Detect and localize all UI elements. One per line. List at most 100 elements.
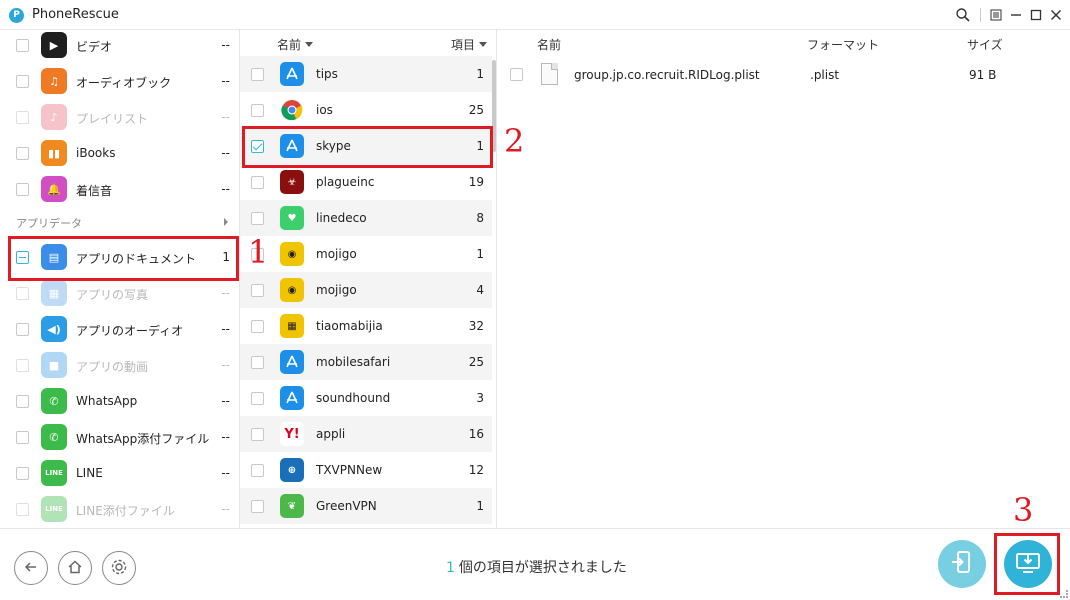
app-name: ios — [316, 103, 333, 117]
sidebar-item-count: -- — [221, 502, 230, 516]
sidebar-item[interactable]: ♫ オーディオブック -- — [0, 63, 239, 99]
app-row-checkbox[interactable] — [251, 356, 264, 369]
settings-button[interactable] — [102, 551, 136, 585]
app-name: mojigo — [316, 247, 357, 261]
sort-caret-icon — [479, 42, 487, 47]
sidebar-item-count: -- — [221, 394, 230, 408]
plague-icon: ☣ — [280, 170, 304, 194]
app-row[interactable]: tips 1 — [240, 56, 492, 92]
sidebar-item-checkbox[interactable] — [16, 503, 29, 516]
sort-by-count-header[interactable]: 項目 — [451, 36, 487, 53]
selection-status-text: 個の項目が選択されました — [458, 560, 627, 576]
sidebar-item[interactable]: ▶ ビデオ -- — [0, 30, 239, 63]
sidebar-item[interactable]: 🔔 着信音 -- — [0, 171, 239, 207]
sidebar-item-count: -- — [221, 38, 230, 52]
app-row-checkbox[interactable] — [251, 212, 264, 225]
file-size: 91 B — [969, 68, 997, 82]
app-row[interactable]: ios 25 — [240, 92, 492, 128]
app-row[interactable]: Y! appli 16 — [240, 416, 492, 452]
sidebar-item-checkbox[interactable] — [16, 75, 29, 88]
app-row[interactable]: ▦ tiaomabijia 32 — [240, 308, 492, 344]
app-row[interactable]: ❦ GreenVPN 1 — [240, 488, 492, 524]
app-row[interactable]: mobilesafari 25 — [240, 344, 492, 380]
menu-icon[interactable] — [987, 6, 1005, 24]
close-button[interactable] — [1047, 6, 1065, 24]
back-button[interactable] — [14, 551, 48, 585]
sidebar-item[interactable]: LINE LINE添付ファイル -- — [0, 491, 239, 527]
maximize-button[interactable] — [1027, 6, 1045, 24]
app-name: tiaomabijia — [316, 319, 383, 333]
sidebar-item-checkbox[interactable] — [16, 111, 29, 124]
annotation-step-1: 1 — [248, 233, 269, 271]
app-item-count: 1 — [476, 67, 484, 81]
app-row[interactable]: ☣ plagueinc 19 — [240, 164, 492, 200]
app-item-count: 25 — [468, 103, 484, 117]
app-row-checkbox[interactable] — [251, 392, 264, 405]
window-resize-grip[interactable] — [1060, 590, 1068, 598]
file-name: group.jp.co.recruit.RIDLog.plist — [574, 68, 760, 82]
sidebar-item-checkbox[interactable] — [16, 395, 29, 408]
sidebar-item[interactable]: ✆ WhatsApp -- — [0, 383, 239, 419]
sidebar-item[interactable]: ◀) アプリのオーディオ -- — [0, 311, 239, 347]
chrome-icon — [280, 98, 304, 122]
app-row-checkbox[interactable] — [251, 500, 264, 513]
sidebar-item-count: -- — [221, 466, 230, 480]
app-row-checkbox[interactable] — [251, 104, 264, 117]
sidebar-item-checkbox[interactable] — [16, 431, 29, 444]
appstore-icon — [280, 350, 304, 374]
app-name: GreenVPN — [316, 499, 377, 513]
app-row-checkbox[interactable] — [251, 428, 264, 441]
app-row-checkbox[interactable] — [251, 176, 264, 189]
whatsapp-attachment-icon: ✆ — [41, 424, 67, 450]
sidebar-item-label: LINE — [76, 466, 103, 480]
home-button[interactable] — [58, 551, 92, 585]
app-row-checkbox[interactable] — [251, 284, 264, 297]
app-row[interactable]: ◉ mojigo 4 — [240, 272, 492, 308]
sidebar-item-checkbox[interactable] — [16, 323, 29, 336]
sidebar-item[interactable]: ■ アプリの動画 -- — [0, 347, 239, 383]
sidebar-item-checkbox[interactable] — [16, 467, 29, 480]
sidebar-item-checkbox[interactable] — [16, 39, 29, 52]
app-row[interactable]: soundhound 3 — [240, 380, 492, 416]
column-format-header[interactable]: フォーマット — [807, 36, 879, 53]
column-size-header[interactable]: サイズ — [967, 36, 1003, 53]
section-expand-icon[interactable] — [224, 218, 228, 226]
search-icon[interactable] — [954, 6, 972, 24]
app-row[interactable]: ⊕ TXVPNNew 12 — [240, 452, 492, 488]
file-row[interactable]: group.jp.co.recruit.RIDLog.plist .plist … — [497, 58, 1070, 94]
sort-caret-icon — [305, 42, 314, 47]
file-row-checkbox[interactable] — [510, 68, 523, 81]
sidebar-item-label: アプリの写真 — [76, 288, 149, 302]
sort-by-name-header[interactable]: 名前 — [277, 36, 314, 53]
app-item-count: 8 — [476, 211, 484, 225]
sidebar-item[interactable]: ♪ プレイリスト -- — [0, 99, 239, 135]
annotation-box-3 — [994, 533, 1060, 595]
sidebar-item[interactable]: ▮▮ iBooks -- — [0, 135, 239, 171]
column-name-header[interactable]: 名前 — [537, 36, 561, 53]
app-row-checkbox[interactable] — [251, 464, 264, 477]
recover-to-device-button[interactable] — [938, 540, 986, 588]
sidebar-item-label: WhatsApp添付ファイル — [76, 432, 210, 446]
minimize-button[interactable] — [1007, 6, 1025, 24]
app-row[interactable]: ◉ mojigo 1 — [240, 236, 492, 272]
appstore-icon — [280, 386, 304, 410]
sidebar-item-checkbox[interactable] — [16, 147, 29, 160]
app-list-panel: 名前 項目 tips 1 ios 25 skype 1 ☣ plagueinc 19 ♥ lined… — [240, 30, 497, 528]
globe-icon: ⊕ — [280, 458, 304, 482]
app-item-count: 3 — [476, 391, 484, 405]
app-row-checkbox[interactable] — [251, 68, 264, 81]
app-row[interactable]: ♥ linedeco 8 — [240, 200, 492, 236]
app-item-count: 25 — [468, 355, 484, 369]
sidebar-item-checkbox[interactable] — [16, 183, 29, 196]
sidebar-item-checkbox[interactable] — [16, 359, 29, 372]
sidebar-item-label: アプリのオーディオ — [76, 324, 184, 338]
sidebar-item-label: プレイリスト — [76, 112, 149, 126]
sidebar-item[interactable]: ✆ WhatsApp添付ファイル -- — [0, 419, 239, 455]
app-row-checkbox[interactable] — [251, 320, 264, 333]
selection-status: 1 個の項目が選択されました — [446, 557, 627, 577]
sidebar-item-count: -- — [221, 74, 230, 88]
video-icon: ▶ — [41, 32, 67, 58]
sidebar-item-checkbox[interactable] — [16, 287, 29, 300]
sidebar-item[interactable]: LINE LINE -- — [0, 455, 239, 491]
section-label-app-data: アプリデータ — [16, 217, 82, 230]
